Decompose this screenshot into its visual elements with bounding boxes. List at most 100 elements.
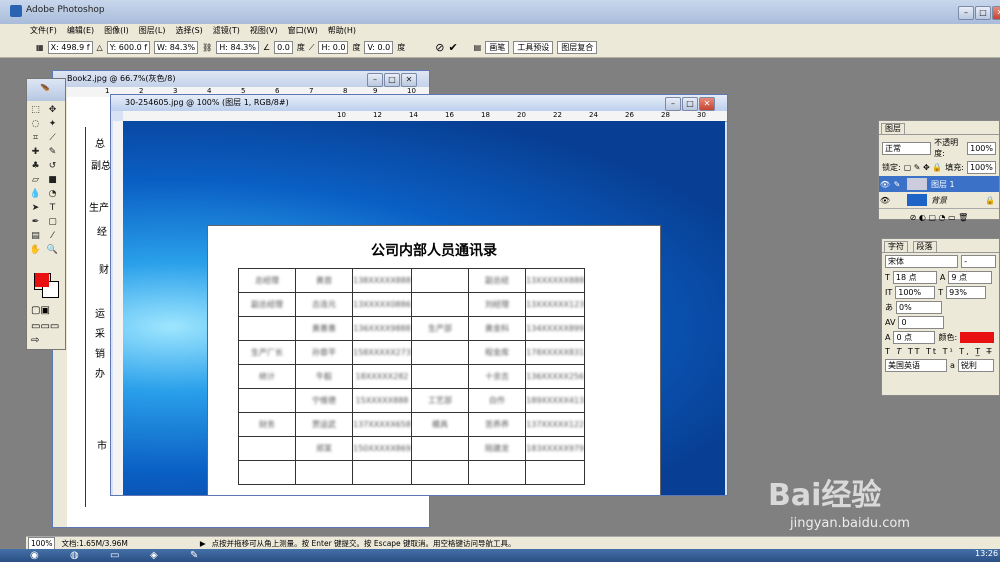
fill-field[interactable]: 100% bbox=[966, 161, 996, 174]
hskew-field[interactable]: H: 0.0 bbox=[318, 41, 349, 54]
crop-tool-icon[interactable]: ⌗ bbox=[29, 132, 42, 144]
gradient-tool-icon[interactable]: ■ bbox=[46, 174, 59, 186]
menu-file[interactable]: 文件(F) bbox=[30, 24, 57, 38]
vertical-scale-field[interactable]: 100% bbox=[895, 286, 936, 299]
eye-icon[interactable]: 👁 bbox=[879, 196, 891, 205]
font-style-select[interactable]: - bbox=[961, 255, 996, 268]
tab-tool-presets[interactable]: 工具预设 bbox=[513, 41, 554, 54]
eye-icon[interactable]: 👁 bbox=[879, 180, 891, 189]
h-field[interactable]: H: 84.3% bbox=[216, 41, 259, 54]
eraser-tool-icon[interactable]: ▱ bbox=[29, 174, 42, 186]
doc-back-maximize[interactable]: □ bbox=[384, 73, 400, 87]
text-color-swatch[interactable] bbox=[960, 332, 995, 343]
doc-back-close[interactable]: ✕ bbox=[401, 73, 417, 87]
magic-wand-icon[interactable]: ✦ bbox=[46, 118, 59, 130]
table-cell-text: 13XXXXXX123 bbox=[525, 300, 585, 309]
lock-icons[interactable]: ▢ ✎ ✥ 🔒 bbox=[904, 163, 943, 172]
angle-field[interactable]: 0.0 bbox=[274, 41, 293, 54]
tsume-field[interactable]: 0% bbox=[896, 301, 942, 314]
path-select-icon[interactable]: ➤ bbox=[29, 202, 42, 214]
slice-tool-icon[interactable]: ⟋ bbox=[46, 132, 59, 144]
doc-window-front[interactable]: 30-254605.jpg @ 100% (图层 1, RGB/8#) – □ … bbox=[110, 94, 728, 496]
table-cell bbox=[410, 268, 469, 293]
layers-panel: 图层 正常 不透明度: 100% 锁定: ▢ ✎ ✥ 🔒 填充: 100% 👁 … bbox=[878, 120, 1000, 222]
antialias-select[interactable]: 锐利 bbox=[957, 359, 994, 372]
menu-view[interactable]: 视图(V) bbox=[250, 24, 278, 38]
zoom-tool-icon[interactable]: 🔍 bbox=[46, 244, 59, 256]
dodge-tool-icon[interactable]: ◔ bbox=[46, 188, 59, 200]
healing-brush-icon[interactable]: ✚ bbox=[29, 146, 42, 158]
blend-mode-select[interactable]: 正常 bbox=[882, 141, 932, 155]
marquee-tool-icon[interactable]: ⬚ bbox=[29, 104, 42, 116]
menu-layer[interactable]: 图层(L) bbox=[139, 24, 166, 38]
menu-window[interactable]: 窗口(W) bbox=[288, 24, 318, 38]
table-cell: 贾运武 bbox=[295, 412, 353, 437]
history-brush-icon[interactable]: ↺ bbox=[46, 160, 59, 172]
ruler-tick: 22 bbox=[553, 111, 562, 119]
baseline-shift-field[interactable]: 0 点 bbox=[893, 331, 936, 344]
start-button[interactable]: ◉ bbox=[30, 550, 39, 561]
leading-field[interactable]: 9 点 bbox=[948, 271, 993, 284]
tab-character[interactable]: 字符 bbox=[884, 241, 908, 252]
tab-layer-comps[interactable]: 图层复合 bbox=[557, 41, 598, 54]
shape-tool-icon[interactable]: ▢ bbox=[46, 216, 59, 228]
menu-image[interactable]: 图像(I) bbox=[104, 24, 129, 38]
menu-select[interactable]: 选择(S) bbox=[175, 24, 202, 38]
palette-well-icon[interactable]: ▤ bbox=[474, 43, 482, 52]
taskbar-app-icon[interactable]: ◍ bbox=[70, 550, 79, 561]
maximize-button[interactable]: □ bbox=[975, 6, 991, 20]
tab-brushes[interactable]: 画笔 bbox=[485, 41, 510, 54]
status-arrow-icon[interactable]: ▶ bbox=[200, 539, 206, 548]
doc-front-maximize[interactable]: □ bbox=[682, 97, 698, 111]
quickmask-icons[interactable]: ▢▣ bbox=[31, 305, 50, 316]
layer-name: 背景 bbox=[931, 195, 947, 205]
x-field[interactable]: X: 498.9 f bbox=[47, 41, 93, 54]
brush-tool-icon[interactable]: ✎ bbox=[46, 146, 59, 158]
layer-row-1[interactable]: 👁 ✎ 图层 1 bbox=[879, 176, 999, 192]
zoom-field[interactable]: 100% bbox=[28, 536, 56, 550]
stamp-tool-icon[interactable]: ♣ bbox=[29, 160, 42, 172]
taskbar-app-icon[interactable]: ◈ bbox=[150, 550, 158, 561]
minimize-button[interactable]: – bbox=[958, 6, 974, 20]
font-family-select[interactable]: 宋体 bbox=[885, 255, 959, 268]
move-tool-icon[interactable]: ✥ bbox=[46, 104, 59, 116]
menu-edit[interactable]: 编辑(E) bbox=[67, 24, 94, 38]
taskbar-app-icon[interactable]: ✎ bbox=[190, 550, 198, 561]
tracking-field[interactable]: 0 bbox=[898, 316, 945, 329]
type-tool-icon[interactable]: T bbox=[46, 202, 59, 214]
window-controls: – □ ✕ bbox=[958, 6, 1000, 20]
pen-tool-icon[interactable]: ✒ bbox=[29, 216, 42, 228]
horizontal-scale-field[interactable]: 93% bbox=[946, 286, 987, 299]
screen-mode-icons[interactable]: ▭▭▭ bbox=[31, 321, 59, 332]
menu-filter[interactable]: 滤镜(T) bbox=[213, 24, 240, 38]
cancel-transform-icon[interactable]: ⊘ bbox=[435, 41, 444, 54]
notes-tool-icon[interactable]: ▤ bbox=[29, 230, 42, 242]
transform-grid-icon[interactable]: ▦ bbox=[36, 43, 44, 52]
lasso-tool-icon[interactable]: ◌ bbox=[29, 118, 42, 130]
menu-help[interactable]: 帮助(H) bbox=[328, 24, 356, 38]
font-size-field[interactable]: 18 点 bbox=[892, 271, 937, 284]
close-button[interactable]: ✕ bbox=[992, 6, 1000, 20]
y-field[interactable]: Y: 600.0 f bbox=[106, 41, 151, 54]
blur-tool-icon[interactable]: 💧 bbox=[29, 188, 42, 200]
w-field[interactable]: W: 84.3% bbox=[154, 41, 199, 54]
doc-back-minimize[interactable]: – bbox=[367, 73, 383, 87]
doc-front-minimize[interactable]: – bbox=[665, 97, 681, 111]
eyedropper-icon[interactable]: ⁄ bbox=[46, 230, 59, 242]
hand-tool-icon[interactable]: ✋ bbox=[29, 244, 42, 256]
commit-transform-icon[interactable]: ✔ bbox=[448, 41, 457, 54]
tab-layers[interactable]: 图层 bbox=[881, 123, 905, 134]
language-select[interactable]: 美国英语 bbox=[885, 359, 947, 372]
layer-footer-icons[interactable]: ⊘ ◐ ▢ ◔ ▭ 🗑 bbox=[879, 208, 999, 222]
app-title: Adobe Photoshop bbox=[26, 5, 105, 15]
vskew-field[interactable]: V: 0.0 bbox=[364, 41, 394, 54]
vertical-scale-icon: IT bbox=[885, 288, 893, 297]
tab-paragraph[interactable]: 段落 bbox=[912, 241, 937, 252]
text-style-buttons[interactable]: T T TT Tt T¹ T, T̲ T̶ bbox=[882, 345, 999, 358]
link-icon[interactable]: ⛓ bbox=[202, 43, 212, 52]
jump-to-imageready-icon[interactable]: ⇨ bbox=[31, 335, 39, 346]
opacity-field[interactable]: 100% bbox=[967, 141, 996, 155]
doc-front-close[interactable]: ✕ bbox=[699, 97, 715, 111]
taskbar-folder-icon[interactable]: ▭ bbox=[110, 550, 119, 561]
layer-row-2[interactable]: 👁 背景 🔒 bbox=[879, 192, 999, 208]
